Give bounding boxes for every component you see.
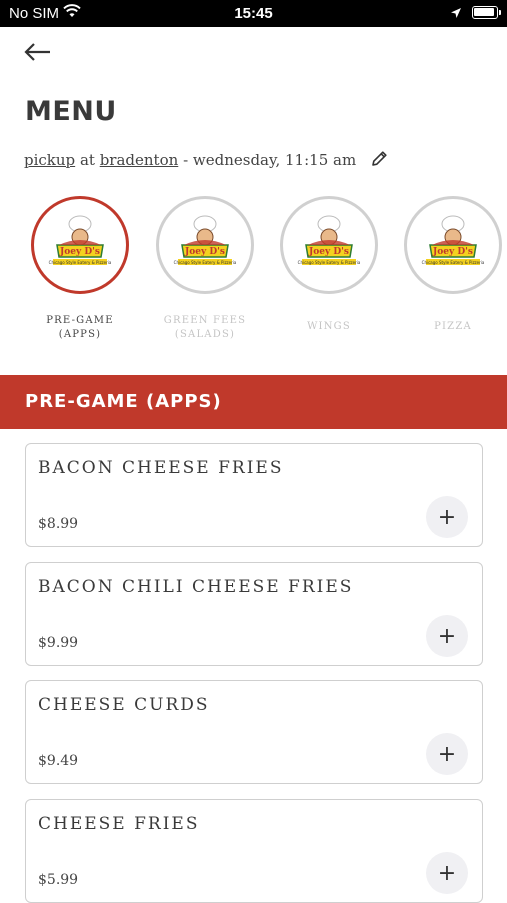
page-title: MENU — [25, 96, 117, 127]
category-pizza[interactable]: Joey D's Chicago Style Eatery & Pizzeria… — [398, 196, 507, 334]
location-link[interactable]: bradenton — [100, 151, 179, 169]
back-arrow-icon — [24, 43, 50, 61]
category-label: WINGS — [307, 321, 351, 332]
category-logo-circle: Joey D's Chicago Style Eatery & Pizzeria — [156, 196, 254, 294]
category-label: GREEN FEES (SALADS) — [163, 315, 247, 340]
order-info: pickup at bradenton - wednesday, 11:15 a… — [24, 150, 388, 171]
menu-item-card[interactable]: CHEESE CURDS $9.49 + — [25, 680, 483, 784]
svg-text:Chicago Style Eatery & Pizzeri: Chicago Style Eatery & Pizzeria — [422, 260, 485, 265]
svg-text:Joey D's: Joey D's — [432, 247, 473, 257]
category-logo-circle: Joey D's Chicago Style Eatery & Pizzeria — [404, 196, 502, 294]
item-name: CHEESE CURDS — [38, 695, 210, 715]
item-name: CHEESE FRIES — [38, 814, 200, 834]
category-green-fees[interactable]: Joey D's Chicago Style Eatery & Pizzeria… — [150, 196, 260, 342]
pencil-icon[interactable] — [371, 150, 388, 171]
svg-text:Chicago Style Eatery & Pizzeri: Chicago Style Eatery & Pizzeria — [49, 260, 112, 265]
item-name: BACON CHILI CHEESE FRIES — [38, 577, 354, 597]
category-label: PIZZA — [434, 321, 472, 332]
section-header: PRE-GAME (APPS) — [0, 375, 507, 429]
category-logo-circle: Joey D's Chicago Style Eatery & Pizzeria — [31, 196, 129, 294]
add-item-button[interactable]: + — [426, 496, 468, 538]
category-label: PRE-GAME (APPS) — [46, 315, 114, 340]
add-item-button[interactable]: + — [426, 615, 468, 657]
joey-ds-logo: Joey D's Chicago Style Eatery & Pizzeria — [298, 215, 361, 265]
order-info-connector: at — [79, 151, 95, 169]
item-price: $8.99 — [38, 516, 79, 532]
svg-text:Joey D's: Joey D's — [308, 247, 349, 257]
joey-ds-logo: Joey D's Chicago Style Eatery & Pizzeria — [49, 215, 112, 265]
category-carousel[interactable]: Joey D's Chicago Style Eatery & Pizzeria… — [0, 196, 507, 356]
back-button[interactable] — [22, 38, 54, 66]
menu-item-card[interactable]: CHEESE FRIES $5.99 + — [25, 799, 483, 903]
item-price: $9.99 — [38, 635, 79, 651]
svg-text:Chicago Style Eatery & Pizzeri: Chicago Style Eatery & Pizzeria — [174, 260, 237, 265]
joey-ds-logo: Joey D's Chicago Style Eatery & Pizzeria — [174, 215, 237, 265]
item-name: BACON CHEESE FRIES — [38, 458, 284, 478]
location-arrow-icon — [450, 6, 462, 23]
category-wings[interactable]: Joey D's Chicago Style Eatery & Pizzeria… — [274, 196, 384, 334]
add-item-button[interactable]: + — [426, 733, 468, 775]
clock: 15:45 — [234, 5, 273, 22]
status-bar: No SIM 15:45 — [0, 0, 507, 27]
svg-text:Joey D's: Joey D's — [184, 247, 225, 257]
order-schedule: - wednesday, 11:15 am — [183, 151, 357, 169]
category-logo-circle: Joey D's Chicago Style Eatery & Pizzeria — [280, 196, 378, 294]
menu-item-card[interactable]: BACON CHILI CHEESE FRIES $9.99 + — [25, 562, 483, 666]
add-item-button[interactable]: + — [426, 852, 468, 894]
menu-item-card[interactable]: BACON CHEESE FRIES $8.99 + — [25, 443, 483, 547]
svg-text:Joey D's: Joey D's — [59, 247, 100, 257]
category-pre-game[interactable]: Joey D's Chicago Style Eatery & Pizzeria… — [25, 196, 135, 342]
joey-ds-logo: Joey D's Chicago Style Eatery & Pizzeria — [422, 215, 485, 265]
item-price: $9.49 — [38, 753, 79, 769]
battery-icon — [472, 6, 501, 19]
order-mode-link[interactable]: pickup — [24, 151, 75, 169]
svg-text:Chicago Style Eatery & Pizzeri: Chicago Style Eatery & Pizzeria — [298, 260, 361, 265]
item-price: $5.99 — [38, 872, 79, 888]
